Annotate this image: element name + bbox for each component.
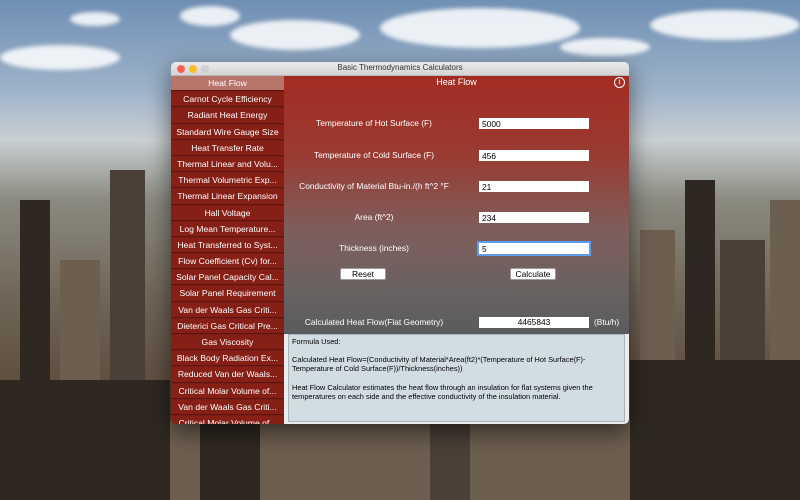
area-label: Area (ft^2) [354, 212, 394, 222]
calculator-panel: Heat Flow i Temperature of Hot Surface (… [284, 76, 629, 334]
sidebar-item[interactable]: Critical Molar Volume of... [171, 383, 284, 399]
sidebar-item[interactable]: Hall Voltage [171, 205, 284, 221]
hot-surface-label: Temperature of Hot Surface (F) [316, 118, 432, 128]
sidebar-item[interactable]: Log Mean Temperature... [171, 221, 284, 237]
cold-surface-label: Temperature of Cold Surface (F) [313, 150, 435, 160]
sidebar-item[interactable]: Flow Coefficient (Cv) for... [171, 254, 284, 270]
cloud [70, 12, 120, 26]
formula-panel: Formula Used: Calculated Heat Flow=(Cond… [288, 334, 625, 422]
formula-heading: Formula Used: [292, 337, 341, 346]
cloud [0, 45, 120, 70]
sidebar-item[interactable]: Gas Viscosity [171, 335, 284, 351]
sidebar-item[interactable]: Reduced Van der Waals... [171, 367, 284, 383]
hot-surface-input[interactable] [479, 118, 589, 129]
sidebar-item[interactable]: Heat Transferred to Syst... [171, 237, 284, 254]
area-input[interactable] [479, 212, 589, 223]
sidebar-item[interactable]: Solar Panel Capacity Cal... [171, 270, 284, 286]
sidebar-item[interactable]: Thermal Linear Expansion [171, 189, 284, 205]
sidebar-item[interactable]: Carnot Cycle Efficiency [171, 92, 284, 108]
cold-surface-input[interactable] [479, 150, 589, 161]
building [0, 380, 170, 500]
window-title: Basic Thermodynamics Calculators [337, 63, 463, 72]
reset-button[interactable]: Reset [340, 268, 386, 280]
sidebar-item[interactable]: Heat Flow [171, 76, 284, 92]
cloud [380, 8, 580, 48]
formula-description: Heat Flow Calculator estimates the heat … [292, 382, 593, 401]
panel-title: Heat Flow [436, 77, 477, 87]
calculate-button[interactable]: Calculate [510, 268, 556, 280]
building [630, 360, 800, 500]
sidebar-item[interactable]: Thermal Volumetric Exp... [171, 173, 284, 189]
cloud [560, 38, 650, 56]
conductivity-input[interactable] [479, 181, 589, 192]
cloud [180, 6, 240, 26]
app-window: Basic Thermodynamics Calculators Heat Fl… [171, 62, 629, 424]
calculator-list[interactable]: Heat Flow Carnot Cycle Efficiency Radiant … [171, 76, 284, 424]
sidebar-item[interactable]: Van der Waals Gas Criti... [171, 399, 284, 415]
sidebar-item[interactable]: Van der Waals Gas Criti... [171, 302, 284, 318]
sidebar-item[interactable]: Radiant Heat Energy [171, 108, 284, 124]
sidebar-item[interactable]: Solar Panel Requirement [171, 286, 284, 302]
formula-text: Calculated Heat Flow=(Conductivity of Ma… [292, 355, 586, 374]
conductivity-label: Conductivity of Material Btu-in./(h ft^2… [299, 181, 449, 191]
sidebar-item[interactable]: Thermal Linear and Volu... [171, 156, 284, 173]
sidebar-item[interactable]: Standard Wire Gauge Size [171, 124, 284, 140]
sidebar-item[interactable]: Dieterici Gas Critical Pre... [171, 318, 284, 334]
thickness-label: Thickness (inches) [339, 243, 409, 253]
cloud [230, 20, 360, 50]
sidebar-item[interactable]: Black Body Radiation Ex... [171, 351, 284, 367]
sidebar-item[interactable]: Heat Transfer Rate [171, 140, 284, 156]
title-bar[interactable]: Basic Thermodynamics Calculators [171, 62, 629, 76]
sidebar-item[interactable]: Critical Molar Volume of... [171, 415, 284, 424]
result-unit: (Btu/h) [594, 317, 620, 327]
cloud [650, 10, 800, 40]
result-value: 4465843 [479, 317, 589, 328]
info-icon[interactable]: i [614, 77, 625, 88]
thickness-input[interactable] [477, 241, 591, 256]
result-label: Calculated Heat Flow(Flat Geometry) [304, 317, 444, 327]
